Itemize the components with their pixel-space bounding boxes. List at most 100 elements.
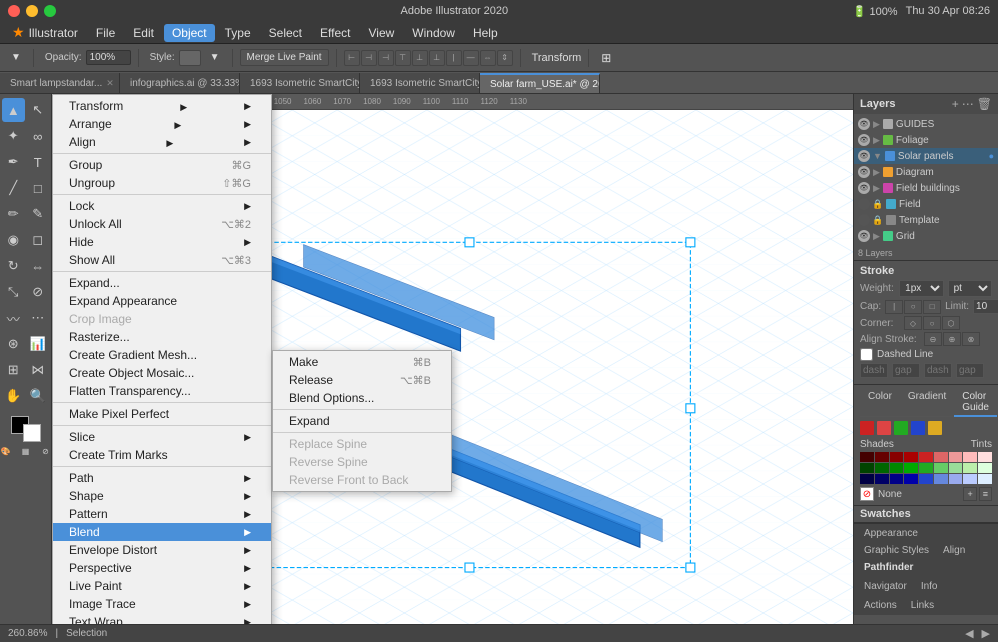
layers-delete-btn[interactable]: 🗑: [977, 97, 992, 111]
paintbrush-tool[interactable]: ✏: [2, 202, 25, 226]
shear-tool[interactable]: ⊘: [27, 280, 50, 304]
layer-eye-diagram[interactable]: 👁: [858, 166, 870, 178]
layer-eye-guides[interactable]: 👁: [858, 118, 870, 130]
menu-make-pixel-perfect[interactable]: Make Pixel Perfect: [53, 405, 271, 423]
align-right-icon[interactable]: ⊣: [378, 50, 394, 66]
warp-tool[interactable]: 〰: [2, 306, 25, 330]
selection-tool[interactable]: ▲: [2, 98, 25, 122]
layer-item-solar-panels[interactable]: 👁 ▼ Solar panels ●: [854, 148, 998, 164]
dashed-line-checkbox[interactable]: [860, 348, 873, 361]
status-bar-next-btn[interactable]: ▶: [982, 627, 990, 640]
layer-eye-field-buildings[interactable]: 👁: [858, 182, 870, 194]
stroke-weight-select[interactable]: 1px2px: [899, 280, 943, 297]
distribute-vertical-spacing-icon[interactable]: ⇕: [497, 50, 513, 66]
panel-options-btn[interactable]: ≡: [979, 487, 992, 501]
align-center-stroke-btn[interactable]: ⊖: [924, 332, 942, 346]
menu-illustrator[interactable]: ★ Illustrator: [4, 22, 86, 43]
rotate-tool[interactable]: ↻: [2, 254, 25, 278]
tab-navigator[interactable]: Navigator: [858, 579, 913, 594]
pencil-tool[interactable]: ✎: [27, 202, 50, 226]
stroke-swatch[interactable]: [23, 424, 41, 442]
tab-graphic-styles[interactable]: Graphic Styles: [858, 543, 935, 558]
menu-shape[interactable]: Shape: [53, 487, 271, 505]
stroke-limit-input[interactable]: [973, 299, 998, 314]
corner-bevel-btn[interactable]: ⬡: [942, 316, 960, 330]
tint-01[interactable]: [978, 452, 992, 462]
opacity-input[interactable]: [86, 50, 131, 65]
menu-arrange[interactable]: Arrange: [53, 115, 271, 133]
align-inside-stroke-btn[interactable]: ⊕: [943, 332, 961, 346]
tab-3[interactable]: 1693 Isometric SmartCity grid_USE THIS.a…: [360, 73, 480, 93]
artboard-tool[interactable]: ⊞: [2, 358, 25, 382]
menu-type[interactable]: Type: [217, 24, 259, 42]
menu-path[interactable]: Path: [53, 469, 271, 487]
align-center-h-icon[interactable]: ⊣: [361, 50, 377, 66]
blob-brush-tool[interactable]: ◉: [2, 228, 25, 252]
layers-options-btn[interactable]: ⋯: [962, 97, 974, 111]
swatch-green[interactable]: [894, 421, 908, 435]
style-selector[interactable]: [179, 50, 201, 66]
menu-create-trim-marks[interactable]: Create Trim Marks: [53, 446, 271, 464]
none-swatch[interactable]: ⊘: [860, 487, 874, 501]
align-outside-stroke-btn[interactable]: ⊗: [962, 332, 980, 346]
style-dropdown[interactable]: ▼: [205, 50, 225, 65]
shade-03[interactable]: [904, 452, 918, 462]
shade-20[interactable]: [860, 474, 874, 484]
layer-item-diagram[interactable]: 👁 ▶ Diagram: [854, 164, 998, 180]
shade-14[interactable]: [919, 463, 933, 473]
tint-03[interactable]: [949, 452, 963, 462]
cap-round-btn[interactable]: ○: [904, 300, 922, 314]
shade-23[interactable]: [904, 474, 918, 484]
tint-24[interactable]: [934, 474, 948, 484]
menu-align[interactable]: Align: [53, 133, 271, 151]
eraser-tool[interactable]: ◻: [27, 228, 50, 252]
layer-item-field-buildings[interactable]: 👁 ▶ Field buildings: [854, 180, 998, 196]
hand-tool[interactable]: ✋: [2, 384, 25, 408]
menu-help[interactable]: Help: [465, 24, 506, 42]
layers-new-btn[interactable]: +: [952, 97, 959, 111]
menu-create-gradient-mesh[interactable]: Create Gradient Mesh...: [53, 346, 271, 364]
menu-file[interactable]: File: [88, 24, 123, 42]
shade-01[interactable]: [875, 452, 889, 462]
menu-pattern[interactable]: Pattern: [53, 505, 271, 523]
menu-create-object-mosaic[interactable]: Create Object Mosaic...: [53, 364, 271, 382]
menu-edit[interactable]: Edit: [125, 24, 162, 42]
layer-item-field[interactable]: 🔒 Field: [854, 196, 998, 212]
layer-eye-solar-panels[interactable]: 👁: [858, 150, 870, 162]
tint-21[interactable]: [978, 474, 992, 484]
swatch-blue[interactable]: [911, 421, 925, 435]
stroke-unit-select[interactable]: ptpx: [948, 280, 992, 297]
maximize-button[interactable]: [44, 5, 56, 17]
tint-22[interactable]: [963, 474, 977, 484]
layer-item-guides[interactable]: 👁 ▶ GUIDES: [854, 116, 998, 132]
tab-appearance[interactable]: Appearance: [858, 526, 924, 541]
layer-eye-field[interactable]: [858, 198, 870, 210]
tint-02[interactable]: [963, 452, 977, 462]
magic-wand-tool[interactable]: ✦: [2, 124, 25, 148]
tab-4[interactable]: Solar farm_USE.ai* @ 260.86% (RGB/Previe…: [480, 73, 600, 93]
blend-options[interactable]: Blend Options...: [273, 389, 451, 407]
tab-info[interactable]: Info: [915, 579, 944, 594]
color-tab-color[interactable]: Color: [860, 389, 900, 417]
tab-actions[interactable]: Actions: [858, 598, 903, 613]
distribute-spacing-icon[interactable]: ⇔: [480, 50, 496, 66]
shade-00[interactable]: [860, 452, 874, 462]
close-button[interactable]: [8, 5, 20, 17]
layer-item-foliage[interactable]: 👁 ▶ Foliage: [854, 132, 998, 148]
tint-14[interactable]: [934, 463, 948, 473]
type-tool[interactable]: T: [27, 150, 50, 174]
menu-expand[interactable]: Expand...: [53, 274, 271, 292]
layer-eye-grid[interactable]: 👁: [858, 230, 870, 242]
dash1-input[interactable]: [860, 363, 888, 378]
menu-live-paint[interactable]: Live Paint: [53, 577, 271, 595]
swatch-yellow[interactable]: [928, 421, 942, 435]
menu-expand-appearance[interactable]: Expand Appearance: [53, 292, 271, 310]
menu-view[interactable]: View: [360, 24, 402, 42]
corner-miter-btn[interactable]: ◇: [904, 316, 922, 330]
shade-24[interactable]: [919, 474, 933, 484]
menu-perspective[interactable]: Perspective: [53, 559, 271, 577]
dash2-input[interactable]: [924, 363, 952, 378]
slice-tool[interactable]: ⋈: [27, 358, 50, 382]
column-graph-tool[interactable]: 📊: [27, 332, 50, 356]
align-top-icon[interactable]: ⊤: [395, 50, 411, 66]
